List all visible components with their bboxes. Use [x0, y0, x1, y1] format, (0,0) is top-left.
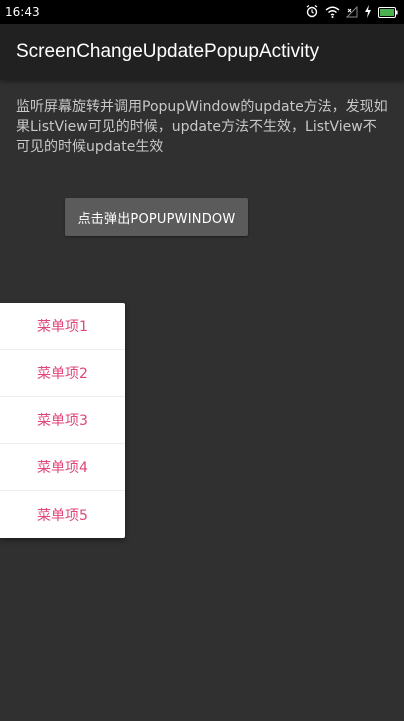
- menu-item-5[interactable]: 菜单项5: [0, 491, 125, 538]
- popup-menu: 菜单项1 菜单项2 菜单项3 菜单项4 菜单项5: [0, 303, 125, 538]
- status-time: 16:43: [5, 5, 40, 19]
- signal-x-icon: [345, 3, 358, 22]
- wifi-icon: [325, 3, 340, 22]
- menu-item-4[interactable]: 菜单项4: [0, 444, 125, 491]
- show-popup-button[interactable]: 点击弹出POPUPWINDOW: [65, 198, 248, 236]
- status-bar: 16:43: [0, 0, 404, 24]
- menu-item-3[interactable]: 菜单项3: [0, 397, 125, 444]
- menu-item-2[interactable]: 菜单项2: [0, 350, 125, 397]
- page-title: ScreenChangeUpdatePopupActivity: [16, 41, 320, 62]
- battery-icon: [378, 3, 398, 22]
- app-bar: ScreenChangeUpdatePopupActivity: [0, 24, 404, 80]
- menu-item-1[interactable]: 菜单项1: [0, 303, 125, 350]
- charging-icon: [364, 3, 372, 22]
- description-text: 监听屏幕旋转并调用PopupWindow的update方法，发现如果ListVi…: [16, 99, 388, 155]
- status-icons: [305, 4, 398, 20]
- alarm-icon: [305, 3, 319, 22]
